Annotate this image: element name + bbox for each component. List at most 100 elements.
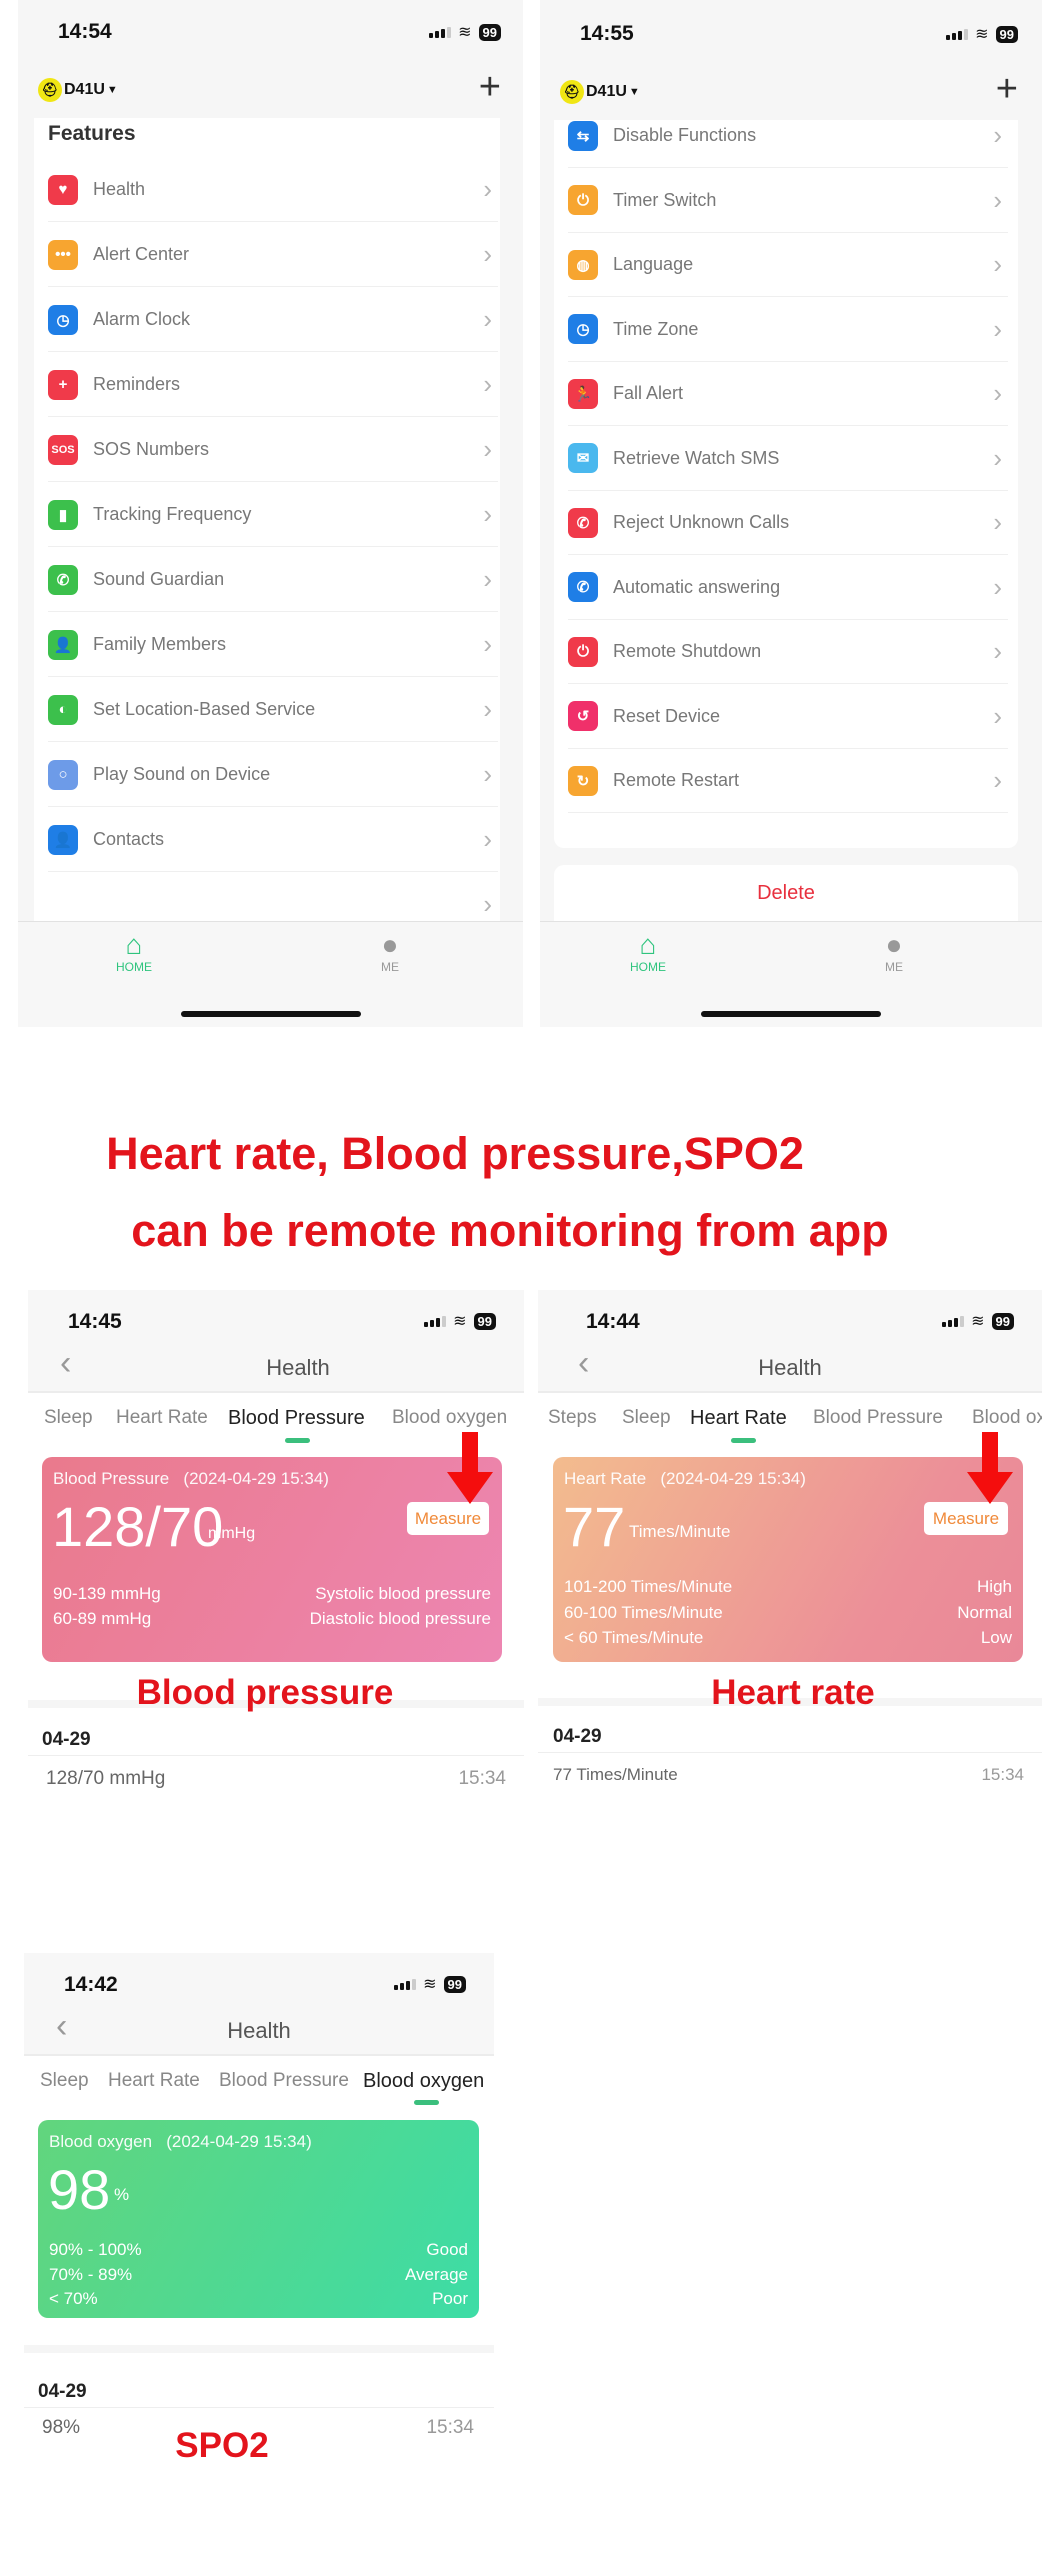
menu-item[interactable]: 👤 Family Members › [48,613,498,677]
menu-item-label: Alert Center [93,244,190,264]
section-divider [24,2345,494,2353]
chevron-right-icon: › [483,369,492,399]
caret-down-icon: ▼ [628,86,640,98]
add-device-button[interactable]: + [996,70,1018,108]
menu-item-label: Play Sound on Device [93,764,271,784]
menu-item[interactable]: ◐ Set Location-Based Service › [48,678,498,742]
history-time: 15:34 [426,2417,474,2438]
range-value: 70% - 89% [49,2265,133,2284]
tab-steps[interactable]: Steps [548,1407,597,1429]
wifi-icon: ≋ [423,1976,437,1993]
menu-item[interactable]: ▮ Tracking Frequency › [48,483,498,547]
history-date: 04-29 [38,2381,87,2402]
chevron-right-icon: › [483,499,492,529]
reset-icon: ↺ [568,701,598,731]
tab-sleep[interactable]: Sleep [622,1407,671,1429]
history-date: 04-29 [42,1729,91,1750]
menu-item[interactable]: 👤 Contacts › [48,808,498,872]
tab-blood-pressure[interactable]: Blood Pressure [813,1407,943,1429]
menu-item[interactable]: SOS SOS Numbers › [48,418,498,482]
reading-label: Blood Pressure (2024-04-29 15:34) [53,1469,329,1488]
annotation-label: Blood pressure [136,1673,394,1712]
wifi-icon: ≋ [453,1313,467,1330]
heart-icon: ♥ [48,174,78,205]
menu-item-label: SOS Numbers [93,439,210,459]
menu-item[interactable]: ✉ Retrieve Watch SMS › [568,427,1008,491]
menu-item[interactable]: ••• Alert Center › [48,223,498,287]
family-icon: 👤 [48,629,78,660]
menu-item[interactable]: ✆ Reject Unknown Calls › [568,491,1008,555]
device-name: D41U [64,81,105,98]
status-time: 14:44 [586,1310,640,1333]
tab-sleep[interactable]: Sleep [44,1407,93,1429]
menu-item[interactable]: ↺ Reset Device › [568,685,1008,749]
blank-icon [48,889,78,920]
menu-item[interactable]: ↻ Remote Restart › [568,749,1008,813]
menu-item[interactable]: ⇆ Disable Functions › [568,104,1008,168]
wifi-icon: ≋ [971,1313,985,1330]
menu-item-label: Fall Alert [613,383,684,403]
chevron-right-icon: › [483,564,492,594]
chevron-right-icon: › [993,120,1002,150]
red-arrow-annotation [447,1432,493,1504]
tab-heart-rate[interactable]: Heart Rate [108,2070,200,2092]
page-title: Health [227,2018,291,2043]
menu-item[interactable]: ♥ Health › [48,158,498,222]
reading-card: Heart Rate (2024-04-29 15:34) 77 Times/Min… [553,1457,1023,1662]
reading-timestamp: (2024-04-29 15:34) [183,1469,329,1488]
tab-home[interactable]: ⌂ HOME [630,930,666,975]
device-selector[interactable]: ⛑ D41U ▼ [38,78,118,102]
sos-icon: SOS [48,434,78,465]
history-record[interactable]: 128/70 mmHg [46,1768,165,1790]
menu-item[interactable]: ◷ Time Zone › [568,298,1008,362]
status-icons: ≋ 99 [394,1974,466,1994]
menu-item-label: Timer Switch [613,189,717,210]
signal-icon [946,28,969,40]
tab-heart-rate[interactable]: Heart Rate [116,1407,208,1429]
device-avatar: ⛑ [38,78,62,102]
divider [538,1752,1042,1753]
tab-blood-oxygen[interactable]: Blood oxygen [972,1407,1042,1429]
add-device-button[interactable]: + [479,68,501,106]
home-indicator [701,1011,881,1017]
menu-item[interactable]: ✆ Sound Guardian › [48,548,498,612]
device-selector[interactable]: ⛑ D41U ▼ [560,80,640,104]
tab-blood-pressure[interactable]: Blood Pressure [228,1407,365,1430]
history-record[interactable]: 77 Times/Minute [553,1765,678,1785]
alarm-clock-icon: ◷ [48,304,78,335]
menu-item[interactable]: ◷ Alarm Clock › [48,288,498,352]
menu-item[interactable]: ⏻ Remote Shutdown › [568,620,1008,684]
device-name: D41U [586,83,627,100]
tab-blood-oxygen[interactable]: Blood oxygen [363,2070,484,2093]
tab-blood-pressure[interactable]: Blood Pressure [219,2070,349,2092]
menu-item[interactable]: ◍ Language › [568,233,1008,297]
menu-item[interactable]: + Reminders › [48,353,498,417]
tab-bar: ⌂ HOME ● ME [18,921,523,1027]
tab-sleep[interactable]: Sleep [40,2070,89,2092]
tab-home[interactable]: ⌂ HOME [116,930,152,975]
tab-me[interactable]: ● ME [885,930,903,975]
menu-item[interactable]: ✆ Automatic answering › [568,556,1008,620]
reading-unit: Times/Minute [629,1522,731,1541]
active-tab-indicator [414,2100,439,2105]
menu-item[interactable]: ○ Play Sound on Device › [48,743,498,807]
menu-item-label: Time Zone [613,318,699,339]
tab-blood-oxygen[interactable]: Blood oxygen [392,1407,507,1429]
health-screen-bp: 14:45 ≋ 99 ‹ Health Sleep Heart Rate Blood Pres… [28,1290,524,1890]
reading-card: Blood Pressure (2024-04-29 15:34) 128/70 m… [42,1457,502,1662]
chevron-right-icon: › [993,378,1002,408]
range-value: < 70% [49,2289,98,2308]
tab-heart-rate[interactable]: Heart Rate [690,1407,787,1430]
menu-item[interactable]: ⏻ Timer Switch › [568,169,1008,233]
status-time: 14:45 [68,1310,122,1333]
auto-answer-icon: ✆ [568,572,598,602]
tab-me[interactable]: ● ME [381,929,399,975]
history-time: 15:34 [981,1765,1024,1784]
health-tabs: Sleep Heart Rate Blood Pressure Blood oxyge… [24,2070,494,2100]
menu-item-label: Remote Shutdown [613,641,762,661]
person-icon: ● [381,929,399,960]
chevron-right-icon: › [993,765,1002,795]
menu-item[interactable]: 🏃 Fall Alert › [568,362,1008,426]
history-date: 04-29 [553,1726,602,1747]
shield-phone-icon: ✆ [48,564,78,595]
